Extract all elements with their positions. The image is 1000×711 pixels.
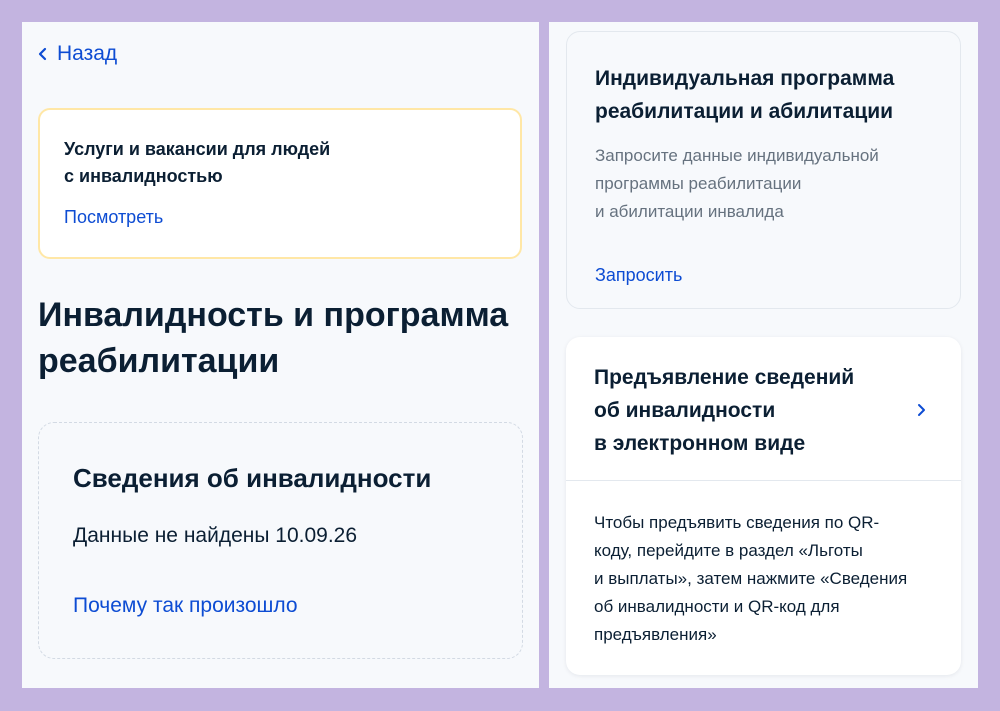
ipra-card: Индивидуальная программа реабилитации и …: [566, 31, 961, 309]
disability-info-card: Сведения об инвалидности Данные не найде…: [38, 422, 523, 659]
request-link[interactable]: Запросить: [595, 265, 682, 286]
view-link[interactable]: Посмотреть: [64, 207, 163, 228]
back-label: Назад: [57, 42, 118, 65]
electronic-instructions: Чтобы предъявить сведения по QR- коду, п…: [594, 513, 908, 644]
chevron-right-icon: [918, 404, 925, 416]
back-link[interactable]: Назад: [37, 42, 117, 66]
chevron-left-icon: [38, 47, 47, 61]
right-panel: Индивидуальная программа реабилитации и …: [549, 22, 978, 688]
disability-card-title: Сведения об инвалидности: [73, 463, 432, 493]
electronic-presentation-card: Предъявление сведений об инвалидности в …: [566, 337, 961, 675]
electronic-title: Предъявление сведений об инвалидности в …: [594, 366, 855, 455]
disability-status: Данные не найдены 10.09.26: [73, 524, 358, 547]
ipra-description: Запросите данные индивидуальной программ…: [595, 146, 879, 221]
page-title: Инвалидность и программа реабилитации: [38, 296, 509, 380]
services-notice: Услуги и вакансии для людей с инвалиднос…: [38, 108, 522, 259]
why-happened-link[interactable]: Почему так произошло: [73, 594, 298, 618]
electronic-presentation-header[interactable]: Предъявление сведений об инвалидности в …: [566, 337, 961, 481]
left-panel: Назад Услуги и вакансии для людей с инва…: [22, 22, 539, 688]
ipra-title: Индивидуальная программа реабилитации и …: [595, 67, 895, 123]
notice-title: Услуги и вакансии для людей с инвалиднос…: [64, 139, 331, 186]
